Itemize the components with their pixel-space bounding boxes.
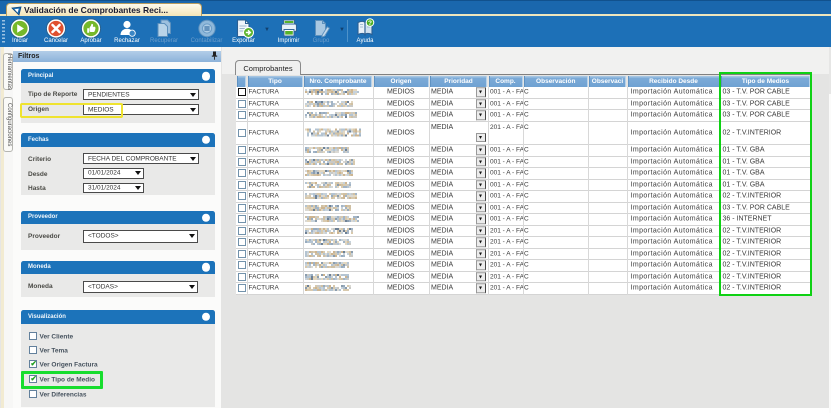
svg-text:?: ? <box>368 20 372 27</box>
